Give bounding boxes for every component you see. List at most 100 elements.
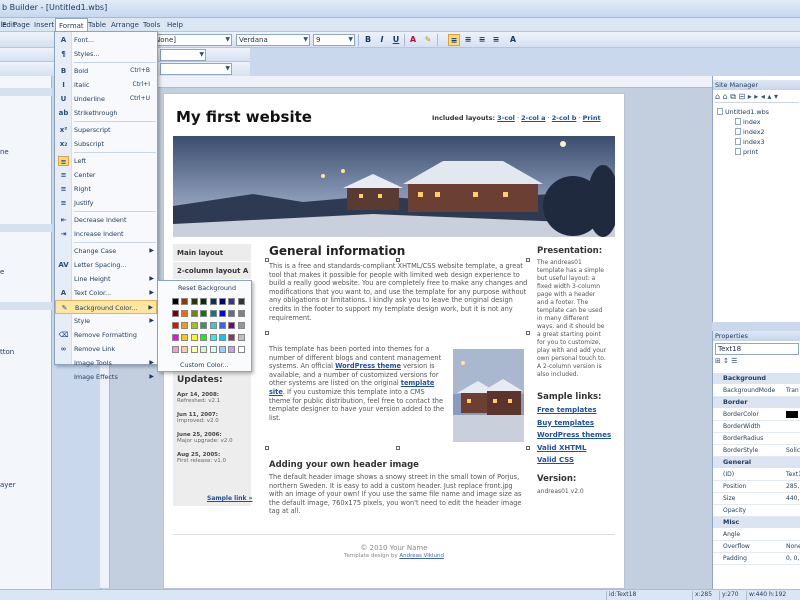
nav-2-column-layout[interactable]: 2-column layout A	[173, 262, 251, 280]
selection-handle[interactable]	[265, 258, 269, 262]
color-swatch[interactable]	[237, 310, 245, 317]
version-text[interactable]: andreas01 v2.0	[537, 488, 615, 495]
format-menu-decrease-indent[interactable]: ⇤ Decrease Indent	[55, 213, 157, 227]
layout-link[interactable]: 3-col	[497, 114, 515, 122]
color-swatch[interactable]	[181, 334, 189, 341]
nav-main-layout[interactable]: Main layout	[173, 244, 251, 262]
color-swatch[interactable]	[190, 298, 198, 305]
color-swatch[interactable]	[228, 310, 236, 317]
site-tree-root[interactable]: Untitled1.wbs	[717, 108, 769, 116]
valid-css-link[interactable]: Valid CSS	[537, 454, 615, 467]
toolbox-item[interactable]: tton	[0, 348, 14, 356]
general-info-heading[interactable]: General information	[269, 244, 405, 258]
color-swatch[interactable]	[228, 298, 236, 305]
color-swatch[interactable]	[237, 298, 245, 305]
color-swatch[interactable]	[181, 322, 189, 329]
format-menu-font[interactable]: A Font...	[55, 33, 157, 47]
color-swatch[interactable]	[181, 298, 189, 305]
format-menu-strikethrough[interactable]: ab Strikethrough	[55, 106, 157, 120]
color-swatch[interactable]	[172, 298, 179, 305]
color-swatch[interactable]	[200, 298, 208, 305]
site-tree-page[interactable]: index	[735, 118, 760, 126]
color-swatch[interactable]	[219, 310, 226, 317]
format-menu-remove-link[interactable]: ∞ Remove Link	[55, 342, 157, 356]
underline-button[interactable]: U	[390, 34, 402, 46]
toolbox-item[interactable]: ne	[0, 148, 9, 156]
buy-templates-link[interactable]: Buy templates	[537, 417, 615, 430]
color-swatch[interactable]	[172, 322, 179, 329]
zoom-combo[interactable]: ▼	[160, 49, 206, 61]
menu-insert[interactable]: Insert	[31, 18, 57, 32]
color-swatch[interactable]	[219, 334, 226, 341]
property-row[interactable]: BorderColor	[713, 409, 800, 421]
wordpress-themes-link[interactable]: WordPress themes	[537, 429, 615, 442]
format-menu-styles[interactable]: ¶ Styles...	[55, 47, 157, 61]
selection-handle[interactable]	[265, 446, 269, 450]
thumbnail-image[interactable]	[453, 349, 524, 442]
color-swatch[interactable]	[228, 322, 236, 329]
property-category[interactable]: General	[713, 457, 800, 468]
property-category[interactable]: Background	[713, 373, 800, 384]
property-row[interactable]: Position 285,	[713, 481, 800, 493]
selection-handle[interactable]	[526, 258, 530, 262]
format-menu-change-case[interactable]: Change Case ▶	[55, 244, 157, 258]
color-swatch[interactable]	[181, 310, 189, 317]
property-row[interactable]: Padding 0, 0,	[713, 553, 800, 565]
color-swatch[interactable]	[237, 346, 245, 353]
page-title[interactable]: My first website	[176, 108, 312, 126]
align-center-icon[interactable]: ≡	[462, 34, 474, 46]
format-menu-increase-indent[interactable]: ⇥ Increase Indent	[55, 227, 157, 241]
justify-icon[interactable]: ≡	[490, 34, 502, 46]
selection-handle[interactable]	[526, 446, 530, 450]
selection-handle[interactable]	[396, 258, 400, 262]
format-menu-line-height[interactable]: Line Height ▶	[55, 272, 157, 286]
property-row[interactable]: BorderWidth	[713, 421, 800, 433]
property-value[interactable]: 0, 0,	[786, 555, 799, 562]
adding-header-heading[interactable]: Adding your own header image	[269, 460, 419, 470]
align-right-icon[interactable]: ≡	[476, 34, 488, 46]
menu-help[interactable]: Help	[164, 18, 186, 32]
property-category[interactable]: Border	[713, 397, 800, 408]
menu-tools[interactable]: Tools	[140, 18, 163, 32]
object-combo[interactable]: ▼	[160, 63, 232, 75]
color-swatch[interactable]	[209, 346, 217, 353]
toolbox-item[interactable]: e	[0, 268, 4, 276]
reset-background-item[interactable]: Reset Background	[178, 284, 236, 292]
property-value[interactable]: Solic	[786, 447, 800, 454]
color-swatch[interactable]	[219, 322, 226, 329]
color-swatch[interactable]	[190, 322, 198, 329]
color-swatch[interactable]	[181, 346, 189, 353]
font-combo[interactable]: Verdana ▼	[236, 34, 310, 46]
align-left-icon[interactable]: ≡	[448, 34, 460, 46]
selection-handle[interactable]	[265, 331, 269, 335]
format-menu-bold[interactable]: B Bold Ctrl+B	[55, 64, 157, 78]
header-image[interactable]	[173, 136, 615, 237]
ports-paragraph[interactable]: This template has been ported into theme…	[269, 345, 445, 422]
object-selector[interactable]: Text18	[715, 343, 799, 355]
property-row[interactable]: BorderStyle Solic	[713, 445, 800, 457]
footer-credit[interactable]: Template design by Andreas Viklund	[173, 553, 615, 559]
color-swatch[interactable]	[228, 334, 236, 341]
custom-color-item[interactable]: Custom Color...	[180, 361, 229, 369]
color-swatch[interactable]	[237, 322, 245, 329]
color-swatch[interactable]	[209, 298, 217, 305]
site-tree-page[interactable]: index2	[735, 128, 765, 136]
menu-format[interactable]: Format	[55, 18, 88, 32]
format-menu-subscript[interactable]: x₂ Subscript	[55, 137, 157, 151]
format-menu-text-color[interactable]: A Text Color... ▶	[55, 286, 157, 300]
color-swatch[interactable]	[172, 310, 179, 317]
menu-arrange[interactable]: Arrange	[108, 18, 142, 32]
format-menu-style[interactable]: Style ▶	[55, 314, 157, 328]
version-heading[interactable]: Version:	[537, 474, 615, 484]
color-swatch[interactable]	[237, 334, 245, 341]
format-menu-superscript[interactable]: x² Superscript	[55, 123, 157, 137]
text-color-icon[interactable]: A	[407, 34, 419, 46]
selection-handle[interactable]	[396, 446, 400, 450]
toolbox-item[interactable]: ayer	[0, 481, 16, 489]
property-row[interactable]: Opacity	[713, 505, 800, 517]
layout-link[interactable]: 2-col a	[521, 114, 545, 122]
format-menu-underline[interactable]: U Underline Ctrl+U	[55, 92, 157, 106]
property-value[interactable]: Text18	[786, 471, 800, 478]
sort-icon[interactable]: ⊞ ↕ ☰	[715, 357, 799, 368]
color-swatch[interactable]	[209, 334, 217, 341]
